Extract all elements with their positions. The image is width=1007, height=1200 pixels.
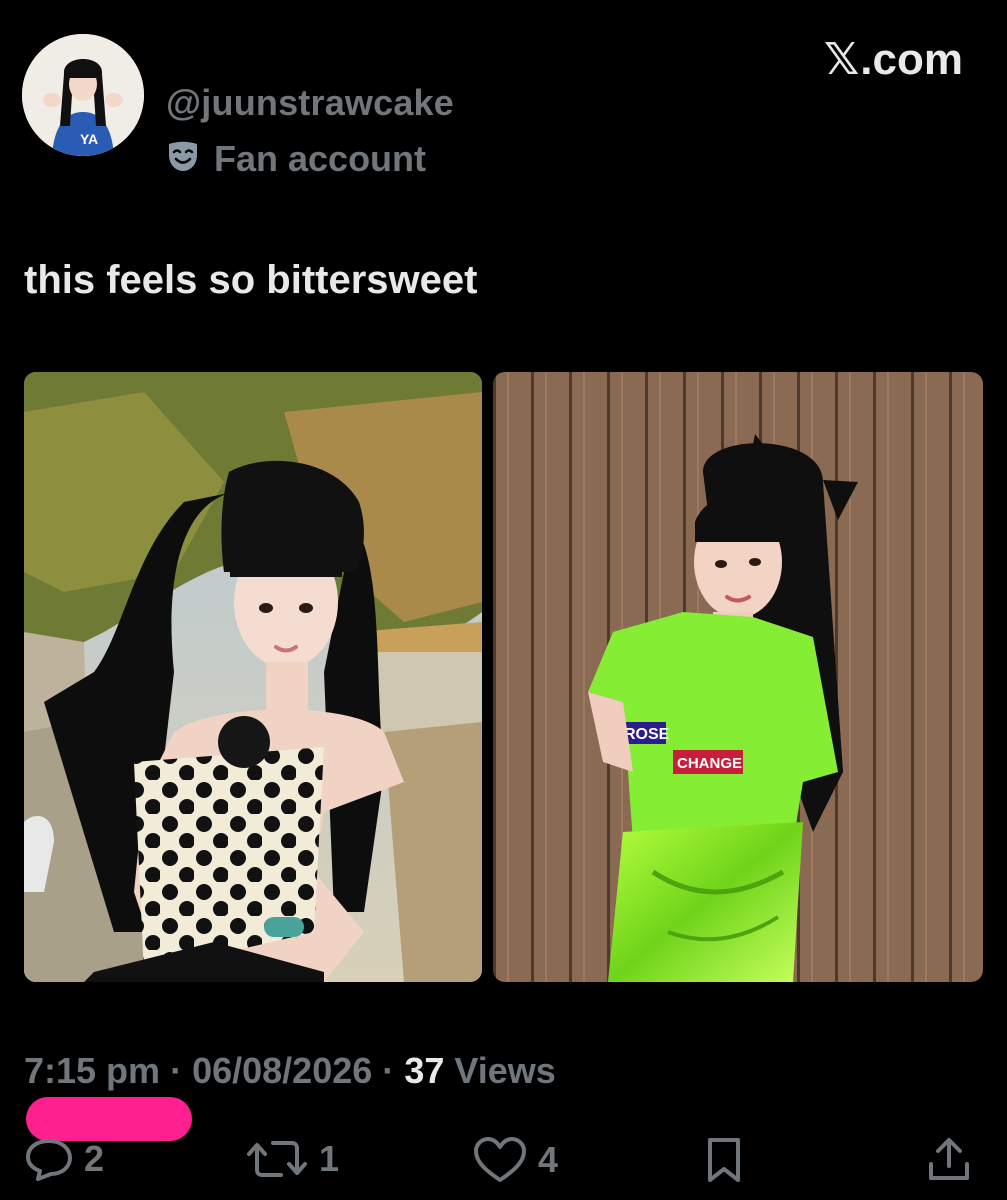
- tweet-photo-1[interactable]: [24, 372, 482, 982]
- reply-count: 2: [84, 1138, 105, 1179]
- avatar[interactable]: YA: [22, 34, 144, 156]
- tweet-meta: 7:15 pm · 06/08/2026 · 37 Views: [24, 1050, 556, 1092]
- bookmark-icon: [704, 1136, 744, 1184]
- retweet-count: 1: [319, 1138, 340, 1179]
- bookmark-button[interactable]: [704, 1136, 744, 1184]
- brand-domain: .com: [860, 34, 963, 84]
- retweet-icon: [245, 1136, 309, 1182]
- reply-button[interactable]: 2: [24, 1136, 104, 1182]
- theater-mask-icon: [166, 141, 200, 178]
- heart-icon: [472, 1136, 528, 1184]
- account-label: Fan account: [166, 138, 426, 180]
- views-count: 37: [404, 1050, 445, 1091]
- like-count: 4: [538, 1139, 559, 1180]
- svg-text:ROSE: ROSE: [624, 726, 670, 743]
- svg-text:YA: YA: [80, 131, 98, 147]
- badge-label: Fan account: [214, 138, 427, 179]
- share-icon: [926, 1136, 972, 1184]
- author-handle[interactable]: @juunstrawcake: [166, 82, 454, 124]
- tweet-time[interactable]: 7:15 pm: [24, 1050, 160, 1091]
- tweet-date[interactable]: 06/08/2026: [192, 1050, 372, 1091]
- meta-separator: ·: [382, 1050, 395, 1091]
- tweet-photo-2[interactable]: ROSE CHANGE: [493, 372, 983, 982]
- x-logo-icon: 𝕏: [823, 35, 860, 84]
- views-label: Views: [454, 1050, 556, 1091]
- share-button[interactable]: [926, 1136, 972, 1184]
- tweet-text: this feels so bittersweet: [24, 258, 478, 302]
- x-brand-logo: 𝕏 .com: [824, 34, 963, 85]
- redaction-mark: [26, 1097, 192, 1141]
- reply-icon: [24, 1136, 74, 1182]
- retweet-button[interactable]: 1: [245, 1136, 339, 1182]
- meta-separator: ·: [170, 1050, 183, 1091]
- svg-text:CHANGE: CHANGE: [677, 755, 742, 772]
- like-button[interactable]: 4: [472, 1136, 558, 1184]
